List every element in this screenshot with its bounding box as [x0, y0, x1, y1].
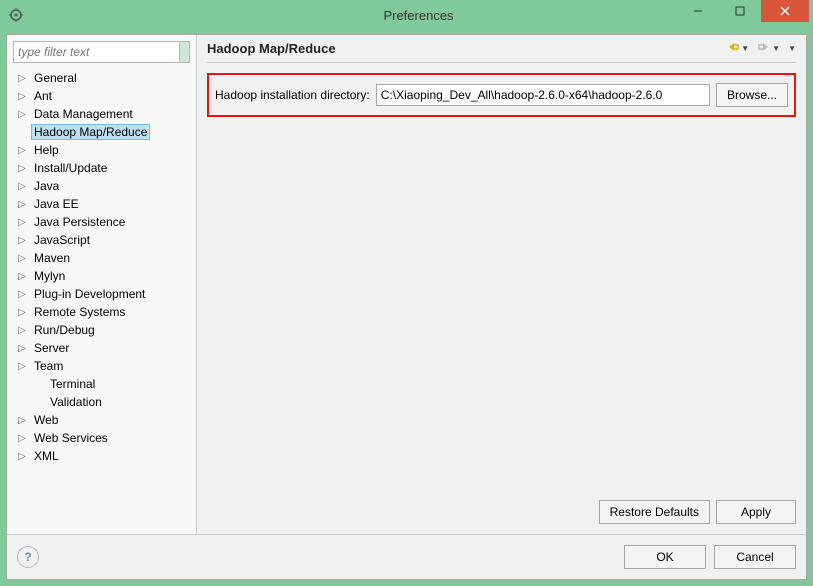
tree-item[interactable]: ▷Remote Systems — [13, 303, 190, 321]
nav-back-dropdown-icon[interactable]: ▼ — [741, 44, 749, 53]
tree-item-label: Server — [31, 340, 72, 356]
expand-icon[interactable]: ▷ — [15, 179, 29, 193]
close-button[interactable] — [761, 0, 809, 22]
expand-icon[interactable]: ▷ — [15, 215, 29, 229]
titlebar: Preferences — [0, 0, 813, 30]
tree-item-label: Run/Debug — [31, 322, 98, 338]
tree-item[interactable]: ▷General — [13, 69, 190, 87]
footer-buttons: OK Cancel — [624, 545, 796, 569]
tree-item-label: Web Services — [31, 430, 111, 446]
expand-icon[interactable]: ▷ — [15, 71, 29, 85]
expand-icon — [15, 395, 29, 409]
expand-icon[interactable]: ▷ — [15, 107, 29, 121]
expand-icon[interactable]: ▷ — [15, 305, 29, 319]
tree-item-label: Hadoop Map/Reduce — [31, 124, 150, 140]
tree-item[interactable]: ▷Run/Debug — [13, 321, 190, 339]
filter-input[interactable] — [14, 42, 179, 62]
tree-item[interactable]: ▷Web — [13, 411, 190, 429]
tree-item-label: Java — [31, 178, 62, 194]
tree-item[interactable]: ▷XML — [13, 447, 190, 465]
tree-item-label: Ant — [31, 88, 55, 104]
apply-button[interactable]: Apply — [716, 500, 796, 524]
expand-icon[interactable]: ▷ — [15, 161, 29, 175]
tree-item[interactable]: ▷Plug-in Development — [13, 285, 190, 303]
preferences-tree[interactable]: ▷General▷Ant▷Data ManagementHadoop Map/R… — [13, 69, 190, 534]
filter-box — [13, 41, 190, 63]
tree-item[interactable]: ▷Java — [13, 177, 190, 195]
install-dir-row: Hadoop installation directory: Browse... — [207, 73, 796, 117]
nav-forward-dropdown-icon[interactable]: ▼ — [772, 44, 780, 53]
tree-item-label: Web — [31, 412, 61, 428]
tree-item[interactable]: ▷Server — [13, 339, 190, 357]
tree-item-label: Team — [31, 358, 66, 374]
cancel-button[interactable]: Cancel — [714, 545, 796, 569]
tree-item[interactable]: ▷Maven — [13, 249, 190, 267]
expand-icon[interactable]: ▷ — [15, 323, 29, 337]
nav-forward-icon[interactable] — [757, 41, 771, 56]
tree-item[interactable]: ▷Java EE — [13, 195, 190, 213]
content-area: ▷General▷Ant▷Data ManagementHadoop Map/R… — [6, 34, 807, 580]
expand-icon[interactable]: ▷ — [15, 251, 29, 265]
tree-item[interactable]: Terminal — [13, 375, 190, 393]
tree-item[interactable]: ▷Ant — [13, 87, 190, 105]
ok-button[interactable]: OK — [624, 545, 706, 569]
tree-item[interactable]: ▷Mylyn — [13, 267, 190, 285]
main-panel: Hadoop Map/Reduce ▼ ▼ ▼ Hadoop installat… — [197, 35, 806, 534]
tree-item[interactable]: ▷Web Services — [13, 429, 190, 447]
tree-item[interactable]: ▷JavaScript — [13, 231, 190, 249]
tree-item-label: General — [31, 70, 80, 86]
tree-item-label: Plug-in Development — [31, 286, 148, 302]
tree-item-label: Mylyn — [31, 268, 68, 284]
tree-item-label: Terminal — [47, 376, 98, 392]
expand-icon[interactable]: ▷ — [15, 287, 29, 301]
tree-item-label: Java Persistence — [31, 214, 128, 230]
app-icon — [8, 7, 24, 23]
tree-item-label: Java EE — [31, 196, 82, 212]
panel-bottom-buttons: Restore Defaults Apply — [207, 500, 796, 524]
panel-menu-icon[interactable]: ▼ — [788, 44, 796, 53]
panel-title: Hadoop Map/Reduce — [207, 41, 726, 56]
tree-item[interactable]: ▷Team — [13, 357, 190, 375]
sidebar: ▷General▷Ant▷Data ManagementHadoop Map/R… — [7, 35, 197, 534]
expand-icon[interactable]: ▷ — [15, 197, 29, 211]
tree-item-label: Install/Update — [31, 160, 110, 176]
expand-icon — [15, 125, 29, 139]
expand-icon[interactable]: ▷ — [15, 359, 29, 373]
expand-icon[interactable]: ▷ — [15, 89, 29, 103]
tree-item-label: XML — [31, 448, 62, 464]
window-controls — [677, 0, 809, 22]
panel-header: Hadoop Map/Reduce ▼ ▼ ▼ — [207, 41, 796, 63]
filter-clear-button[interactable] — [179, 42, 189, 62]
expand-icon[interactable]: ▷ — [15, 341, 29, 355]
help-icon[interactable]: ? — [17, 546, 39, 568]
tree-item[interactable]: ▷Java Persistence — [13, 213, 190, 231]
tree-item[interactable]: ▷Help — [13, 141, 190, 159]
nav-back-icon[interactable] — [726, 41, 740, 56]
expand-icon[interactable]: ▷ — [15, 413, 29, 427]
minimize-button[interactable] — [677, 0, 719, 22]
restore-defaults-button[interactable]: Restore Defaults — [599, 500, 710, 524]
install-dir-label: Hadoop installation directory: — [215, 88, 370, 102]
expand-icon[interactable]: ▷ — [15, 449, 29, 463]
expand-icon[interactable]: ▷ — [15, 143, 29, 157]
tree-item[interactable]: ▷Install/Update — [13, 159, 190, 177]
panel-nav: ▼ ▼ ▼ — [726, 41, 796, 56]
footer: ? OK Cancel — [7, 534, 806, 579]
tree-item-label: JavaScript — [31, 232, 93, 248]
expand-icon — [15, 377, 29, 391]
tree-item-label: Maven — [31, 250, 73, 266]
install-dir-input[interactable] — [376, 84, 710, 106]
expand-icon[interactable]: ▷ — [15, 233, 29, 247]
expand-icon[interactable]: ▷ — [15, 431, 29, 445]
expand-icon[interactable]: ▷ — [15, 269, 29, 283]
tree-item-label: Help — [31, 142, 62, 158]
tree-item[interactable]: Hadoop Map/Reduce — [13, 123, 190, 141]
tree-item-label: Data Management — [31, 106, 136, 122]
tree-item[interactable]: Validation — [13, 393, 190, 411]
tree-item[interactable]: ▷Data Management — [13, 105, 190, 123]
tree-item-label: Remote Systems — [31, 304, 128, 320]
browse-button[interactable]: Browse... — [716, 83, 788, 107]
maximize-button[interactable] — [719, 0, 761, 22]
tree-item-label: Validation — [47, 394, 105, 410]
